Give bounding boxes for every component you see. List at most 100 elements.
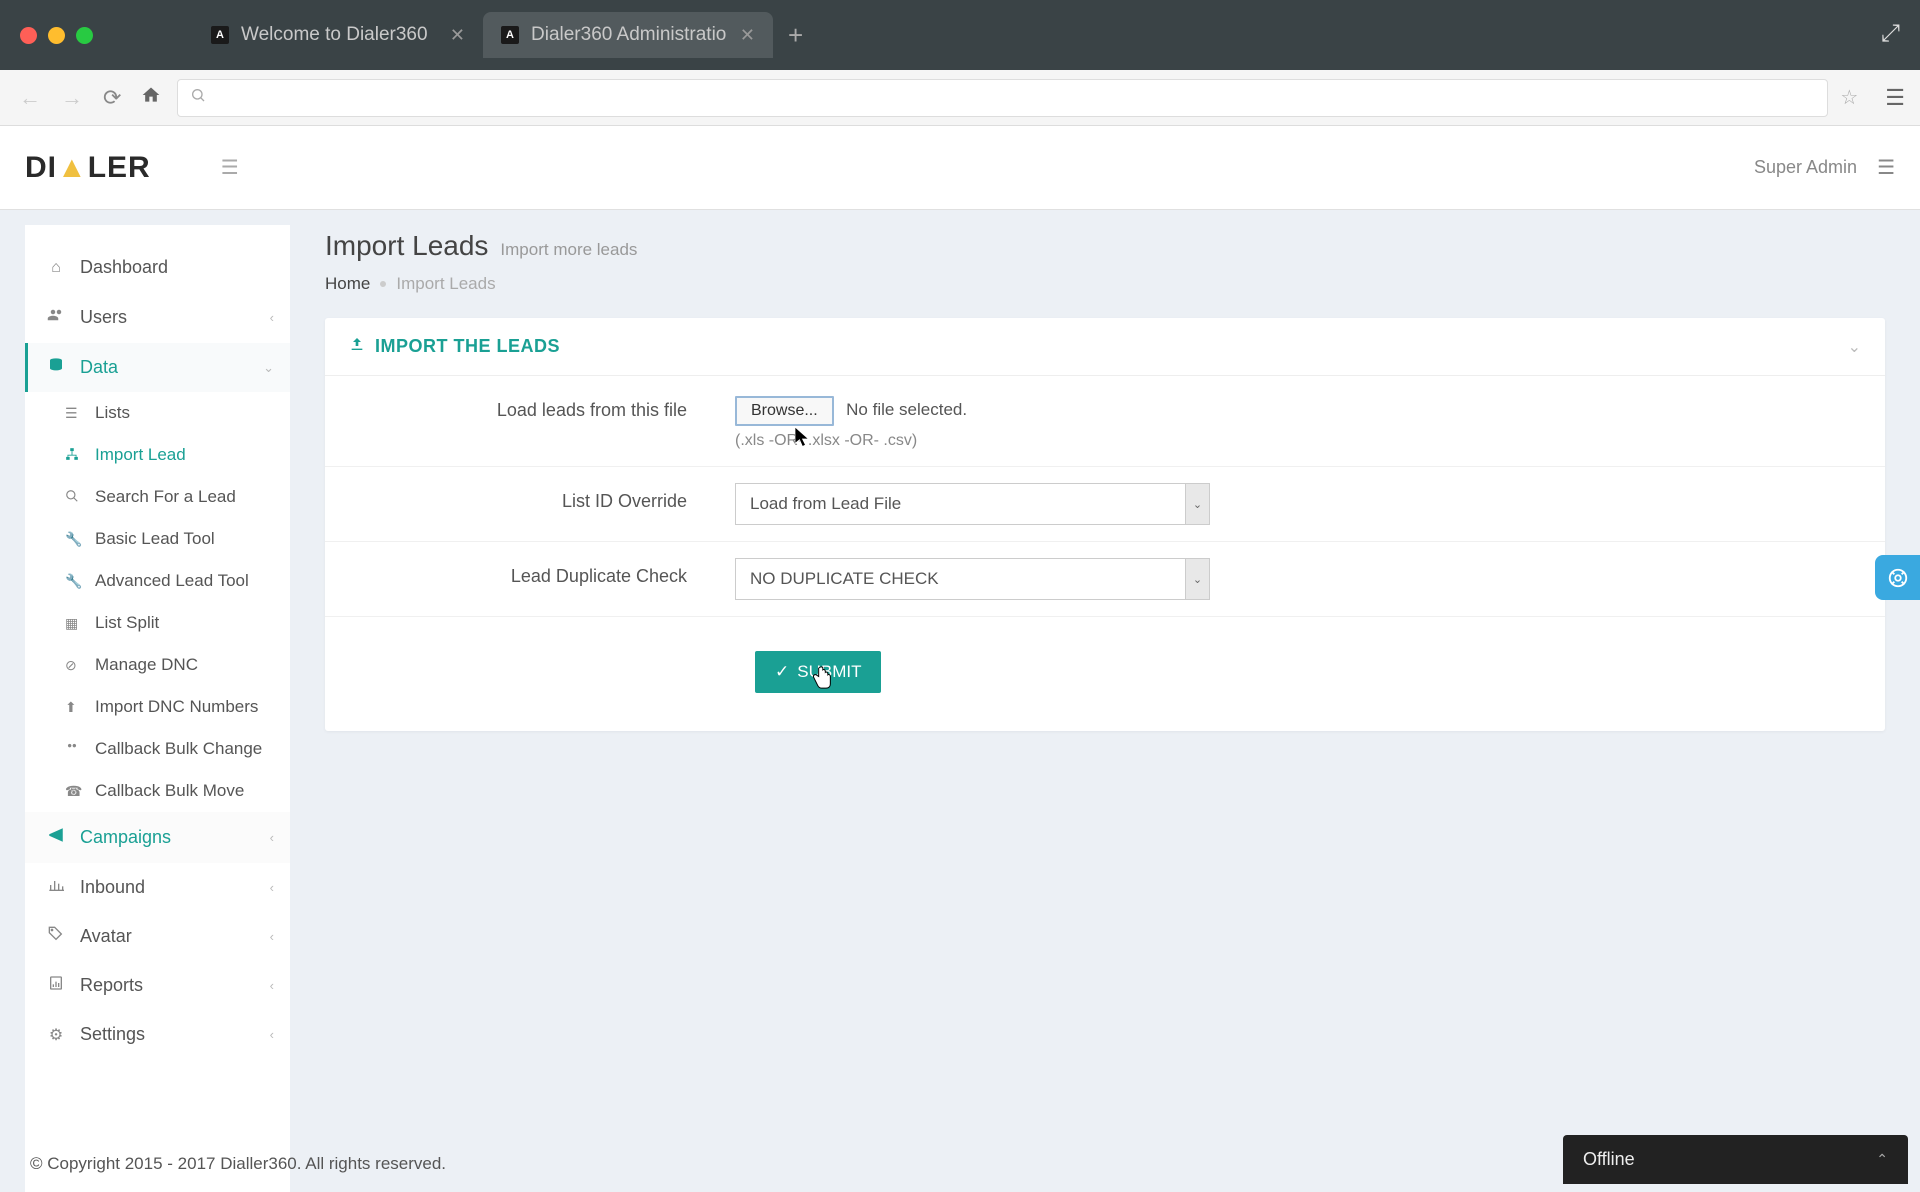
sidebar-subitem-lists[interactable]: ☰ Lists xyxy=(47,392,290,434)
phone-icon: ☎ xyxy=(65,783,83,800)
sidebar-item-label: Settings xyxy=(80,1024,145,1045)
user-label[interactable]: Super Admin xyxy=(1754,157,1857,178)
new-tab-button[interactable]: + xyxy=(788,20,803,51)
sitemap-icon xyxy=(65,447,83,464)
sidebar-subitem-label: Search For a Lead xyxy=(95,487,236,507)
breadcrumb-separator-icon xyxy=(380,281,386,287)
sidebar-subitem-label: List Split xyxy=(95,613,159,633)
main-content: Import Leads Import more leads Home Impo… xyxy=(290,210,1920,1192)
check-icon: ✓ xyxy=(775,662,789,682)
browse-button[interactable]: Browse... xyxy=(735,396,834,426)
bookmark-icon[interactable]: ☆ xyxy=(1840,85,1858,110)
duplicate-select[interactable]: NO DUPLICATE CHECK ⌄ xyxy=(735,558,1210,600)
chevron-left-icon: ‹ xyxy=(270,978,274,993)
sidebar-subitem-label: Lists xyxy=(95,403,130,423)
fullscreen-icon[interactable]: ⤢ xyxy=(1881,20,1900,48)
breadcrumb-current: Import Leads xyxy=(396,274,495,294)
sidebar-subitem-manage-dnc[interactable]: ⊘ Manage DNC xyxy=(47,644,290,686)
browser-tab-welcome[interactable]: A Welcome to Dialer360 ✕ xyxy=(193,12,483,58)
breadcrumb: Home Import Leads xyxy=(325,274,1885,294)
chevron-down-icon: ⌄ xyxy=(263,360,274,376)
form-row-duplicate: Lead Duplicate Check NO DUPLICATE CHECK … xyxy=(325,542,1885,617)
maximize-window-button[interactable] xyxy=(76,27,93,44)
sidebar-subitem-label: Advanced Lead Tool xyxy=(95,571,249,591)
window-controls xyxy=(20,27,93,44)
browser-tab-administration[interactable]: A Dialer360 Administratio ✕ xyxy=(483,12,773,58)
sidebar-subitem-callback-move[interactable]: ☎ Callback Bulk Move xyxy=(47,770,290,812)
search-icon xyxy=(190,87,206,108)
chevron-left-icon: ‹ xyxy=(270,929,274,944)
chevron-down-icon: ⌄ xyxy=(1185,559,1209,599)
tag-icon xyxy=(46,926,66,947)
sidebar-item-campaigns[interactable]: Campaigns ‹ xyxy=(25,812,290,863)
tab-title: Welcome to Dialer360 xyxy=(241,24,438,46)
list-id-label: List ID Override xyxy=(325,467,715,541)
sidebar-subitem-import-lead[interactable]: Import Lead xyxy=(47,434,290,476)
sidebar-subitem-advanced-tool[interactable]: 🔧 Advanced Lead Tool xyxy=(47,560,290,602)
panel-header: IMPORT THE LEADS ⌄ xyxy=(325,318,1885,376)
chart-icon xyxy=(46,877,66,898)
sidebar: ⌂ Dashboard Users ‹ Data ⌄ ☰ Lists xyxy=(25,225,290,1192)
header-right: Super Admin ☰ xyxy=(1754,155,1895,180)
file-hint-text: (.xls -OR- .xlsx -OR- .csv) xyxy=(735,432,1865,450)
sidebar-item-avatar[interactable]: Avatar ‹ xyxy=(25,912,290,961)
sidebar-item-inbound[interactable]: Inbound ‹ xyxy=(25,863,290,912)
sidebar-item-label: Reports xyxy=(80,975,143,996)
wrench-icon: 🔧 xyxy=(65,573,83,590)
sidebar-subitem-label: Callback Bulk Move xyxy=(95,781,244,801)
chevron-left-icon: ‹ xyxy=(270,1027,274,1042)
reload-button[interactable]: ⟳ xyxy=(99,81,125,115)
chevron-down-icon[interactable]: ⌄ xyxy=(1848,337,1861,357)
sidebar-item-label: Data xyxy=(80,357,118,378)
file-label: Load leads from this file xyxy=(325,376,715,466)
browser-chrome: A Welcome to Dialer360 ✕ A Dialer360 Adm… xyxy=(0,0,1920,70)
logo-accent-icon: ▲ xyxy=(57,151,88,185)
file-status-text: No file selected. xyxy=(846,400,967,419)
back-button[interactable]: ← xyxy=(15,81,45,115)
url-bar[interactable] xyxy=(177,79,1828,117)
sidebar-subitem-list-split[interactable]: ▦ List Split xyxy=(47,602,290,644)
tab-favicon-icon: A xyxy=(211,26,229,44)
breadcrumb-home[interactable]: Home xyxy=(325,274,370,294)
sidebar-subitem-basic-tool[interactable]: 🔧 Basic Lead Tool xyxy=(47,518,290,560)
sidebar-item-data[interactable]: Data ⌄ xyxy=(25,343,290,392)
footer-copyright: © Copyright 2015 - 2017 Dialler360. All … xyxy=(30,1154,446,1174)
forward-button[interactable]: → xyxy=(57,81,87,115)
sidebar-item-label: Dashboard xyxy=(80,257,168,278)
home-button[interactable] xyxy=(137,81,165,115)
tab-close-icon[interactable]: ✕ xyxy=(450,25,465,46)
sidebar-subitem-callback-change[interactable]: Callback Bulk Change xyxy=(47,728,290,770)
logo-text-left: DI xyxy=(25,151,57,184)
submit-button[interactable]: ✓ SUBMIT xyxy=(755,651,881,693)
sidebar-item-settings[interactable]: ⚙ Settings ‹ xyxy=(25,1010,290,1059)
close-window-button[interactable] xyxy=(20,27,37,44)
help-float-button[interactable] xyxy=(1875,555,1920,600)
chevron-left-icon: ‹ xyxy=(270,880,274,895)
sidebar-toggle-button[interactable]: ☰ xyxy=(221,155,239,180)
chevron-left-icon: ‹ xyxy=(270,310,274,325)
upload-icon: ⬆ xyxy=(65,699,83,716)
sidebar-item-dashboard[interactable]: ⌂ Dashboard xyxy=(25,243,290,292)
sidebar-subitem-import-dnc[interactable]: ⬆ Import DNC Numbers xyxy=(47,686,290,728)
sidebar-subitem-search-lead[interactable]: Search For a Lead xyxy=(47,476,290,518)
header-menu-button[interactable]: ☰ xyxy=(1877,155,1895,180)
sidebar-subitem-label: Manage DNC xyxy=(95,655,198,675)
sidebar-item-users[interactable]: Users ‹ xyxy=(25,292,290,343)
calendar-icon: ▦ xyxy=(65,615,83,632)
page-title: Import Leads xyxy=(325,230,488,262)
page-title-row: Import Leads Import more leads xyxy=(325,230,1885,262)
form-row-list-id: List ID Override Load from Lead File ⌄ xyxy=(325,467,1885,542)
database-icon xyxy=(46,357,66,378)
logo[interactable]: DI▲LER xyxy=(25,151,151,185)
sidebar-item-label: Users xyxy=(80,307,127,328)
chat-widget[interactable]: Offline ⌃ xyxy=(1563,1135,1908,1184)
list-id-select[interactable]: Load from Lead File ⌄ xyxy=(735,483,1210,525)
app-header: DI▲LER ☰ Super Admin ☰ xyxy=(0,126,1920,210)
sidebar-item-reports[interactable]: Reports ‹ xyxy=(25,961,290,1010)
logo-text-right: LER xyxy=(88,151,151,184)
minimize-window-button[interactable] xyxy=(48,27,65,44)
sidebar-data-submenu: ☰ Lists Import Lead Search For a Lead 🔧 … xyxy=(25,392,290,812)
page-subtitle: Import more leads xyxy=(500,240,637,260)
browser-menu-button[interactable]: ☰ xyxy=(1885,85,1905,111)
tab-close-icon[interactable]: ✕ xyxy=(740,25,755,46)
